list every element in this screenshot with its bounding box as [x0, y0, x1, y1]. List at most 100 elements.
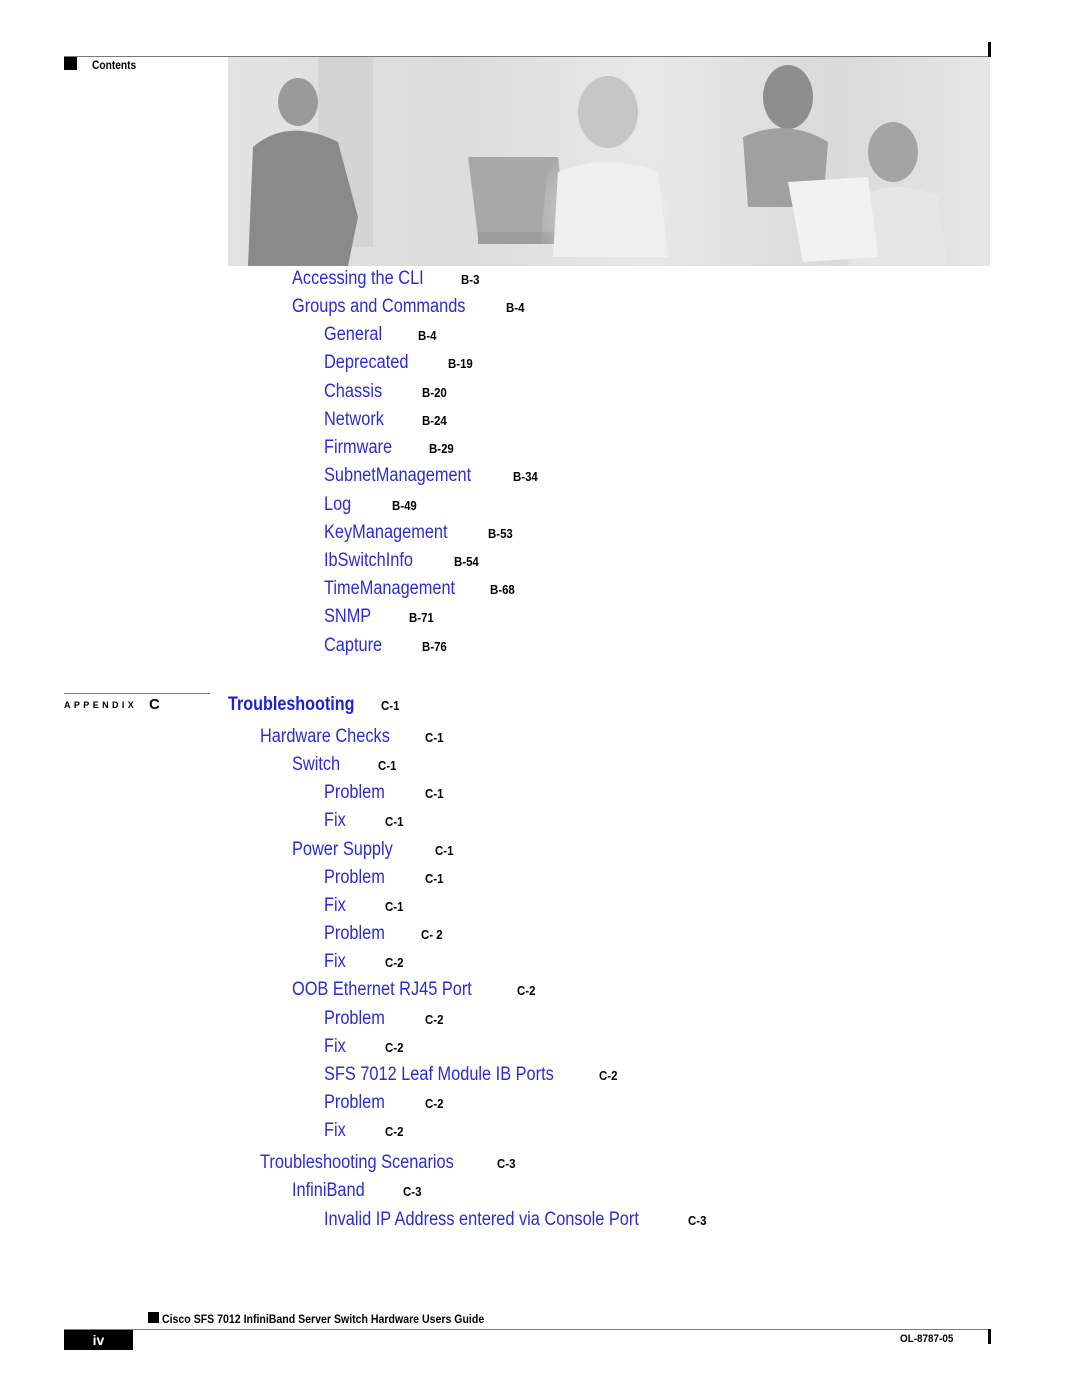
toc-entry-title[interactable]: IbSwitchInfo [324, 550, 413, 572]
toc-entry-page: B-71 [408, 610, 434, 625]
toc-entry-title[interactable]: Network [324, 409, 384, 431]
toc-entry-title[interactable]: Fix [324, 951, 346, 973]
toc-entry-title[interactable]: General [324, 324, 382, 346]
toc-entry-title[interactable]: Groups and Commands [292, 296, 465, 318]
toc-entry-page: B-3 [461, 272, 480, 287]
toc-entry-title[interactable]: Fix [324, 810, 346, 832]
toc-entry[interactable]: Fix C-1 [324, 895, 406, 918]
toc-entry[interactable]: Fix C-2 [324, 1036, 406, 1059]
toc-entry[interactable]: General B-4 [324, 324, 439, 347]
toc-entry-title[interactable]: Hardware Checks [260, 726, 390, 748]
toc-entry[interactable]: Chassis B-20 [324, 381, 450, 404]
toc-entry[interactable]: KeyManagement B-53 [324, 522, 516, 545]
toc-entry-title[interactable]: OOB Ethernet RJ45 Port [292, 979, 472, 1001]
toc-entry-title[interactable]: Power Supply [292, 839, 393, 861]
toc-entry[interactable]: Problem C-2 [324, 1092, 446, 1115]
toc-entry-title[interactable]: Fix [324, 1120, 346, 1142]
toc-entry[interactable]: Log B-49 [324, 494, 420, 517]
toc-entry-title[interactable]: Problem [324, 1008, 385, 1030]
toc-entry-page: B-4 [505, 300, 525, 315]
toc-entry-page: B-19 [448, 356, 474, 371]
toc-entry-title[interactable]: Capture [324, 635, 382, 657]
toc-entry-title[interactable]: SubnetManagement [324, 465, 471, 487]
toc-entry-page: C-2 [599, 1068, 618, 1083]
toc-entry-title[interactable]: Accessing the CLI [292, 268, 424, 290]
toc-entry[interactable]: Deprecated B-19 [324, 352, 476, 375]
toc-entry[interactable]: Fix C-2 [324, 951, 406, 974]
toc-entry-page: B-76 [421, 639, 447, 654]
footer-page-number: iv [64, 1330, 133, 1350]
toc-entry-title[interactable]: Fix [324, 1036, 346, 1058]
appendix-rule [64, 693, 210, 694]
toc-entry[interactable]: Problem C- 2 [324, 923, 445, 946]
toc-entry[interactable]: Hardware Checks C-1 [260, 726, 446, 749]
toc-entry-title[interactable]: Problem [324, 1092, 385, 1114]
toc-entry-title[interactable]: Firmware [324, 437, 392, 459]
toc-entry[interactable]: TimeManagement B-68 [324, 578, 519, 601]
toc-entry[interactable]: Invalid IP Address entered via Console P… [324, 1209, 709, 1232]
toc-entry-title[interactable]: Deprecated [324, 352, 408, 374]
toc-entry-title[interactable]: Chassis [324, 381, 382, 403]
toc-entry-title[interactable]: Troubleshooting Scenarios [260, 1152, 454, 1174]
toc-entry-page: B-68 [490, 582, 516, 597]
toc-entry[interactable]: SubnetManagement B-34 [324, 465, 541, 488]
footer-doc-number: OL-8787-05 [900, 1333, 954, 1345]
toc-entry-title[interactable]: KeyManagement [324, 522, 448, 544]
toc-entry-title[interactable]: SNMP [324, 606, 371, 628]
toc-entry[interactable]: Problem C-1 [324, 867, 446, 890]
appendix-title[interactable]: Troubleshooting [228, 694, 355, 716]
toc-entry-page: B-29 [429, 441, 454, 456]
toc-entry-page: B-34 [513, 469, 538, 484]
toc-entry-page: B-24 [421, 413, 447, 428]
toc-entry[interactable]: Network B-24 [324, 409, 450, 432]
toc-entry[interactable]: Accessing the CLI B-3 [292, 268, 482, 291]
toc-entry-title[interactable]: Log [324, 494, 351, 516]
toc-entry[interactable]: Troubleshooting Scenarios C-3 [260, 1152, 518, 1175]
toc-entry-title[interactable]: Problem [324, 782, 385, 804]
toc-entry[interactable]: Fix C-2 [324, 1120, 406, 1143]
toc-entry-page: C-1 [377, 758, 397, 773]
toc-entry-page: C- 2 [420, 927, 443, 942]
footer-rule [64, 1329, 990, 1330]
toc-entry-page: C-2 [385, 1040, 404, 1055]
banner-photo [228, 57, 990, 266]
toc-entry-page: C-2 [424, 1096, 444, 1111]
toc-entry[interactable]: SNMP B-71 [324, 606, 437, 629]
toc-entry[interactable]: Capture B-76 [324, 635, 450, 658]
toc-entry[interactable]: Groups and Commands B-4 [292, 296, 527, 319]
footer-marker-square [148, 1312, 159, 1323]
toc-entry[interactable]: Firmware B-29 [324, 437, 457, 460]
toc-entry[interactable]: Fix C-1 [324, 810, 406, 833]
toc-entry[interactable]: Switch C-1 [292, 754, 399, 777]
toc-entry-page: C-2 [517, 983, 536, 998]
toc-entry-title[interactable]: SFS 7012 Leaf Module IB Ports [324, 1064, 554, 1086]
toc-entry-title[interactable]: Fix [324, 895, 346, 917]
toc-entry-page: C-3 [497, 1156, 516, 1171]
toc-entry-page: B-53 [487, 526, 513, 541]
toc-entry-title[interactable]: InfiniBand [292, 1180, 365, 1202]
toc-entry-title[interactable]: Switch [292, 754, 340, 776]
header-marker-square [64, 57, 77, 70]
toc-entry-title[interactable]: Problem [324, 867, 385, 889]
toc-entry-page: C-2 [424, 1012, 444, 1027]
toc-entry[interactable]: Problem C-1 [324, 782, 446, 805]
toc-entry-title[interactable]: Invalid IP Address entered via Console P… [324, 1209, 639, 1231]
toc-entry[interactable]: OOB Ethernet RJ45 Port C-2 [292, 979, 538, 1002]
toc-entry[interactable]: IbSwitchInfo B-54 [324, 550, 482, 573]
toc-entry-page: C-1 [424, 786, 444, 801]
toc-entry-page: B-54 [453, 554, 479, 569]
toc-entry[interactable]: Power Supply C-1 [292, 839, 456, 862]
toc-entry-page: C-1 [385, 899, 404, 914]
footer-guide-title: Cisco SFS 7012 InfiniBand Server Switch … [162, 1312, 485, 1326]
appendix-title-link[interactable]: Troubleshooting C-1 [228, 694, 402, 716]
footer-edge-bar [988, 1329, 991, 1344]
toc-entry-title[interactable]: Problem [324, 923, 385, 945]
appendix-letter: C [149, 696, 160, 713]
toc-entry[interactable]: Problem C-2 [324, 1008, 446, 1031]
toc-entry[interactable]: InfiniBand C-3 [292, 1180, 423, 1203]
toc-entry-title[interactable]: TimeManagement [324, 578, 455, 600]
toc-entry-page: C-2 [385, 1124, 404, 1139]
toc-entry[interactable]: SFS 7012 Leaf Module IB Ports C-2 [324, 1064, 620, 1087]
header-section-label: Contents [92, 58, 137, 72]
toc-entry-page: C-3 [688, 1213, 707, 1228]
